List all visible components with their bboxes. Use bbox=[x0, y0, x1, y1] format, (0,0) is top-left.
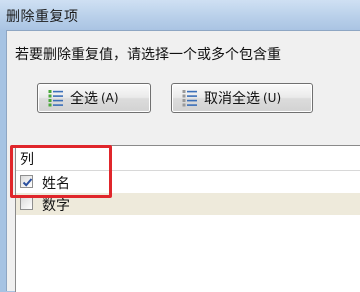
unselect-all-icon bbox=[182, 89, 198, 107]
highlight-box bbox=[10, 145, 112, 198]
column-checkbox-number[interactable] bbox=[20, 197, 33, 210]
select-all-button[interactable]: 全选 (A) bbox=[37, 83, 151, 113]
instruction-text: 若要删除重复值，请选择一个或多个包含重 bbox=[15, 47, 281, 63]
unselect-all-label: 取消全选 bbox=[204, 91, 260, 107]
unselect-all-button[interactable]: 取消全选 (U) bbox=[171, 83, 313, 113]
title-bar[interactable]: 删除重复项 bbox=[0, 0, 360, 30]
window-title: 删除重复项 bbox=[6, 9, 79, 25]
column-label-number: 数字 bbox=[42, 198, 70, 214]
select-all-hotkey: (A) bbox=[101, 91, 119, 105]
select-all-label: 全选 bbox=[70, 91, 98, 107]
select-all-icon bbox=[48, 89, 64, 107]
unselect-all-hotkey: (U) bbox=[263, 91, 282, 105]
